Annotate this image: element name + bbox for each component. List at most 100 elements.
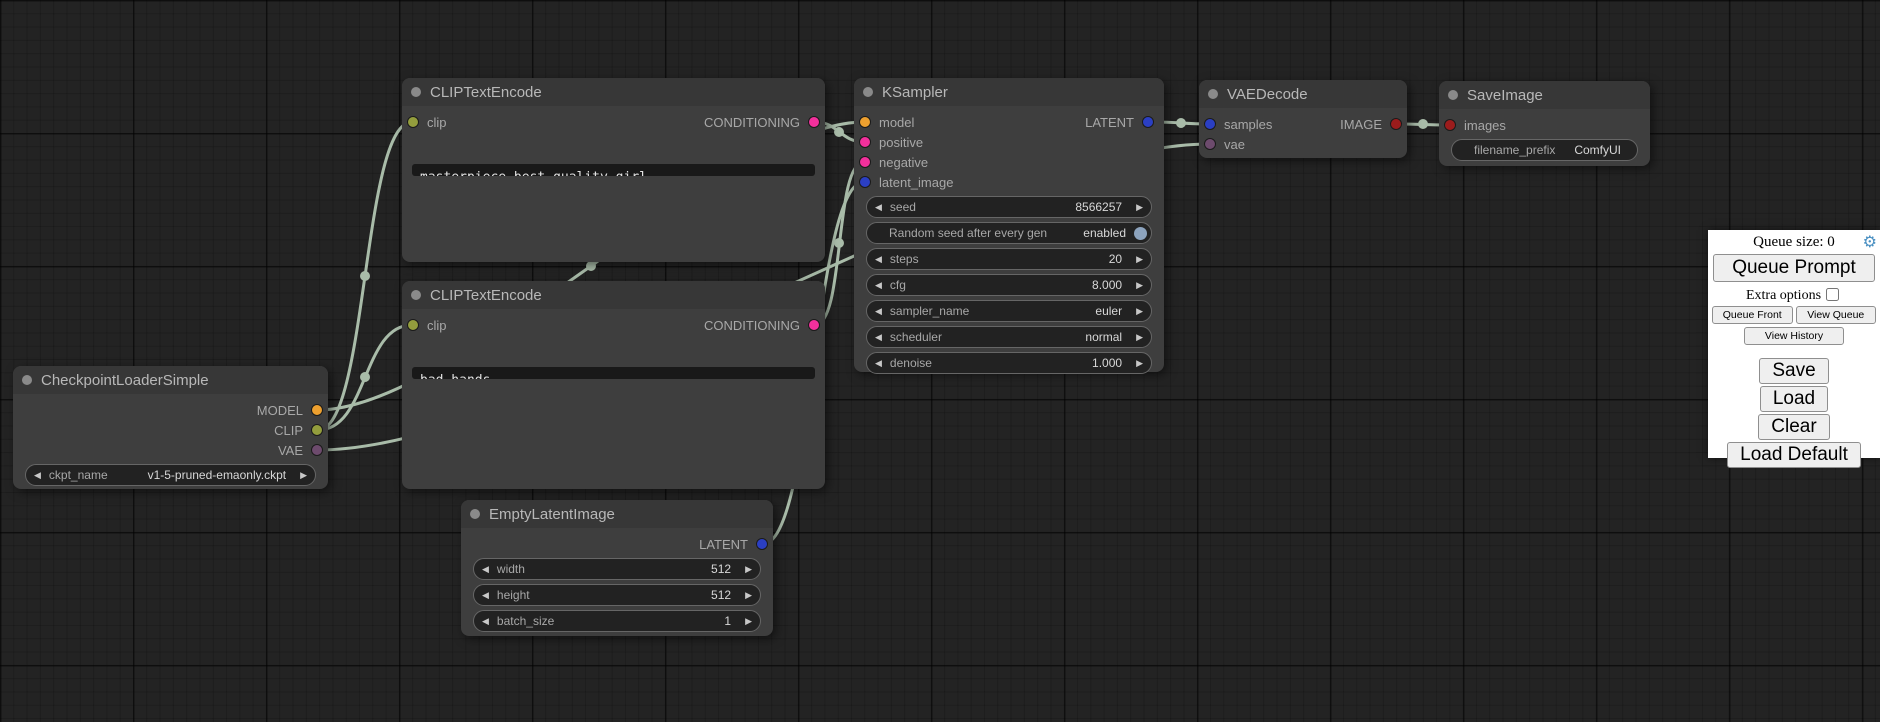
arrow-right-icon[interactable]: ▶	[1128, 327, 1151, 347]
positive-input-port[interactable]	[859, 136, 871, 148]
node-title-bar[interactable]: SaveImage	[1439, 81, 1650, 109]
arrow-right-icon[interactable]: ▶	[1128, 197, 1151, 217]
height-number-widget[interactable]: ◀ height 512 ▶	[473, 584, 761, 606]
queue-prompt-button[interactable]: Queue Prompt	[1713, 254, 1875, 282]
latent-output-port[interactable]	[1142, 116, 1154, 128]
view-history-button[interactable]: View History	[1744, 327, 1844, 345]
denoise-value: 1.000	[1092, 356, 1128, 370]
node-title-bar[interactable]: EmptyLatentImage	[461, 500, 773, 528]
batch-size-value: 1	[724, 614, 737, 628]
width-number-widget[interactable]: ◀ width 512 ▶	[473, 558, 761, 580]
node-save-image[interactable]: SaveImage images filename_prefix ComfyUI	[1439, 81, 1650, 166]
clip-input-port[interactable]	[407, 116, 419, 128]
node-title: SaveImage	[1467, 87, 1543, 104]
extra-options-label: Extra options	[1746, 288, 1821, 303]
collapse-dot-icon[interactable]	[863, 87, 873, 97]
node-empty-latent-image[interactable]: EmptyLatentImage LATENT ◀ width 512 ▶ ◀ …	[461, 500, 773, 636]
random-seed-toggle-widget[interactable]: Random seed after every gen enabled	[866, 222, 1152, 244]
arrow-right-icon[interactable]: ▶	[737, 559, 760, 579]
negative-prompt-textarea[interactable]: bad hands	[412, 367, 815, 379]
node-body: images filename_prefix ComfyUI	[1439, 109, 1650, 161]
vae-input-port[interactable]	[1204, 138, 1216, 150]
settings-gear-icon[interactable]: ⚙	[1863, 232, 1877, 251]
node-title-bar[interactable]: VAEDecode	[1199, 80, 1407, 108]
steps-number-widget[interactable]: ◀ steps 20 ▶	[866, 248, 1152, 270]
wire-midpoint-dot	[834, 127, 844, 137]
latent-output-port[interactable]	[756, 538, 768, 550]
clear-button[interactable]: Clear	[1758, 414, 1829, 440]
images-input-port[interactable]	[1444, 119, 1456, 131]
arrow-left-icon[interactable]: ◀	[26, 465, 49, 485]
random-seed-value: enabled	[1083, 226, 1126, 240]
arrow-right-icon[interactable]: ▶	[1128, 353, 1151, 373]
arrow-left-icon[interactable]: ◀	[867, 327, 890, 347]
wire-midpoint-dot	[1176, 118, 1186, 128]
arrow-right-icon[interactable]: ▶	[737, 611, 760, 631]
cfg-number-widget[interactable]: ◀ cfg 8.000 ▶	[866, 274, 1152, 296]
conditioning-output-port[interactable]	[808, 319, 820, 331]
samples-input-port[interactable]	[1204, 118, 1216, 130]
batch-size-number-widget[interactable]: ◀ batch_size 1 ▶	[473, 610, 761, 632]
node-clip-text-encode-negative[interactable]: CLIPTextEncode clip CONDITIONING bad han…	[402, 281, 825, 489]
arrow-right-icon[interactable]: ▶	[1128, 301, 1151, 321]
arrow-right-icon[interactable]: ▶	[737, 585, 760, 605]
collapse-dot-icon[interactable]	[1208, 89, 1218, 99]
node-title-bar[interactable]: KSampler	[854, 78, 1164, 106]
node-title-bar[interactable]: CLIPTextEncode	[402, 78, 825, 106]
positive-prompt-textarea[interactable]: masterpiece best quality girl	[412, 164, 815, 176]
node-body: clip CONDITIONING masterpiece best quali…	[402, 106, 825, 132]
collapse-dot-icon[interactable]	[411, 87, 421, 97]
model-input-port[interactable]	[859, 116, 871, 128]
arrow-left-icon[interactable]: ◀	[867, 353, 890, 373]
arrow-left-icon[interactable]: ◀	[867, 301, 890, 321]
sampler-name-value: euler	[1095, 304, 1128, 318]
arrow-right-icon[interactable]: ▶	[1128, 275, 1151, 295]
arrow-left-icon[interactable]: ◀	[867, 197, 890, 217]
extra-options-checkbox[interactable]	[1826, 288, 1839, 301]
view-queue-button[interactable]: View Queue	[1796, 306, 1877, 324]
negative-input-port[interactable]	[859, 156, 871, 168]
ckpt-name-combo-widget[interactable]: ◀ ckpt_name v1-5-pruned-emaonly.ckpt ▶	[25, 464, 316, 486]
node-checkpoint-loader[interactable]: CheckpointLoaderSimple MODEL CLIP VAE ◀ …	[13, 366, 328, 489]
seed-number-widget[interactable]: ◀ seed 8566257 ▶	[866, 196, 1152, 218]
node-ksampler[interactable]: KSampler LATENT model positive negative …	[854, 78, 1164, 372]
sampler-name-combo-widget[interactable]: ◀ sampler_name euler ▶	[866, 300, 1152, 322]
output-latent: LATENT	[1085, 112, 1159, 132]
collapse-dot-icon[interactable]	[411, 290, 421, 300]
comfyui-canvas[interactable]: { "colors": { "wire": "#a9bca9", "model_…	[0, 0, 1880, 722]
arrow-right-icon[interactable]: ▶	[1128, 249, 1151, 269]
collapse-dot-icon[interactable]	[1448, 90, 1458, 100]
image-output-port[interactable]	[1390, 118, 1402, 130]
node-title-bar[interactable]: CheckpointLoaderSimple	[13, 366, 328, 394]
arrow-left-icon[interactable]: ◀	[867, 275, 890, 295]
arrow-left-icon[interactable]: ◀	[474, 585, 497, 605]
collapse-dot-icon[interactable]	[470, 509, 480, 519]
vae-output-port[interactable]	[311, 444, 323, 456]
scheduler-value: normal	[1085, 330, 1128, 344]
node-clip-text-encode-positive[interactable]: CLIPTextEncode clip CONDITIONING masterp…	[402, 78, 825, 262]
node-title-bar[interactable]: CLIPTextEncode	[402, 281, 825, 309]
latent-image-input-port[interactable]	[859, 176, 871, 188]
scheduler-combo-widget[interactable]: ◀ scheduler normal ▶	[866, 326, 1152, 348]
load-default-button[interactable]: Load Default	[1727, 442, 1861, 468]
arrow-right-icon[interactable]: ▶	[292, 465, 315, 485]
model-output-port[interactable]	[311, 404, 323, 416]
denoise-number-widget[interactable]: ◀ denoise 1.000 ▶	[866, 352, 1152, 374]
arrow-left-icon[interactable]: ◀	[474, 611, 497, 631]
node-vae-decode[interactable]: VAEDecode samples IMAGE vae	[1199, 80, 1407, 158]
arrow-left-icon[interactable]: ◀	[867, 249, 890, 269]
clip-input-port[interactable]	[407, 319, 419, 331]
filename-prefix-text-widget[interactable]: filename_prefix ComfyUI	[1451, 139, 1638, 161]
port-row: clip CONDITIONING	[402, 315, 825, 335]
load-button[interactable]: Load	[1760, 386, 1828, 412]
queue-front-button[interactable]: Queue Front	[1712, 306, 1793, 324]
output-conditioning: CONDITIONING	[704, 318, 820, 333]
clip-output-port[interactable]	[311, 424, 323, 436]
save-button[interactable]: Save	[1759, 358, 1828, 384]
input-clip: clip	[407, 115, 447, 130]
wire-midpoint-dot	[360, 271, 370, 281]
conditioning-output-port[interactable]	[808, 116, 820, 128]
toggle-on-icon[interactable]	[1134, 227, 1147, 240]
arrow-left-icon[interactable]: ◀	[474, 559, 497, 579]
collapse-dot-icon[interactable]	[22, 375, 32, 385]
